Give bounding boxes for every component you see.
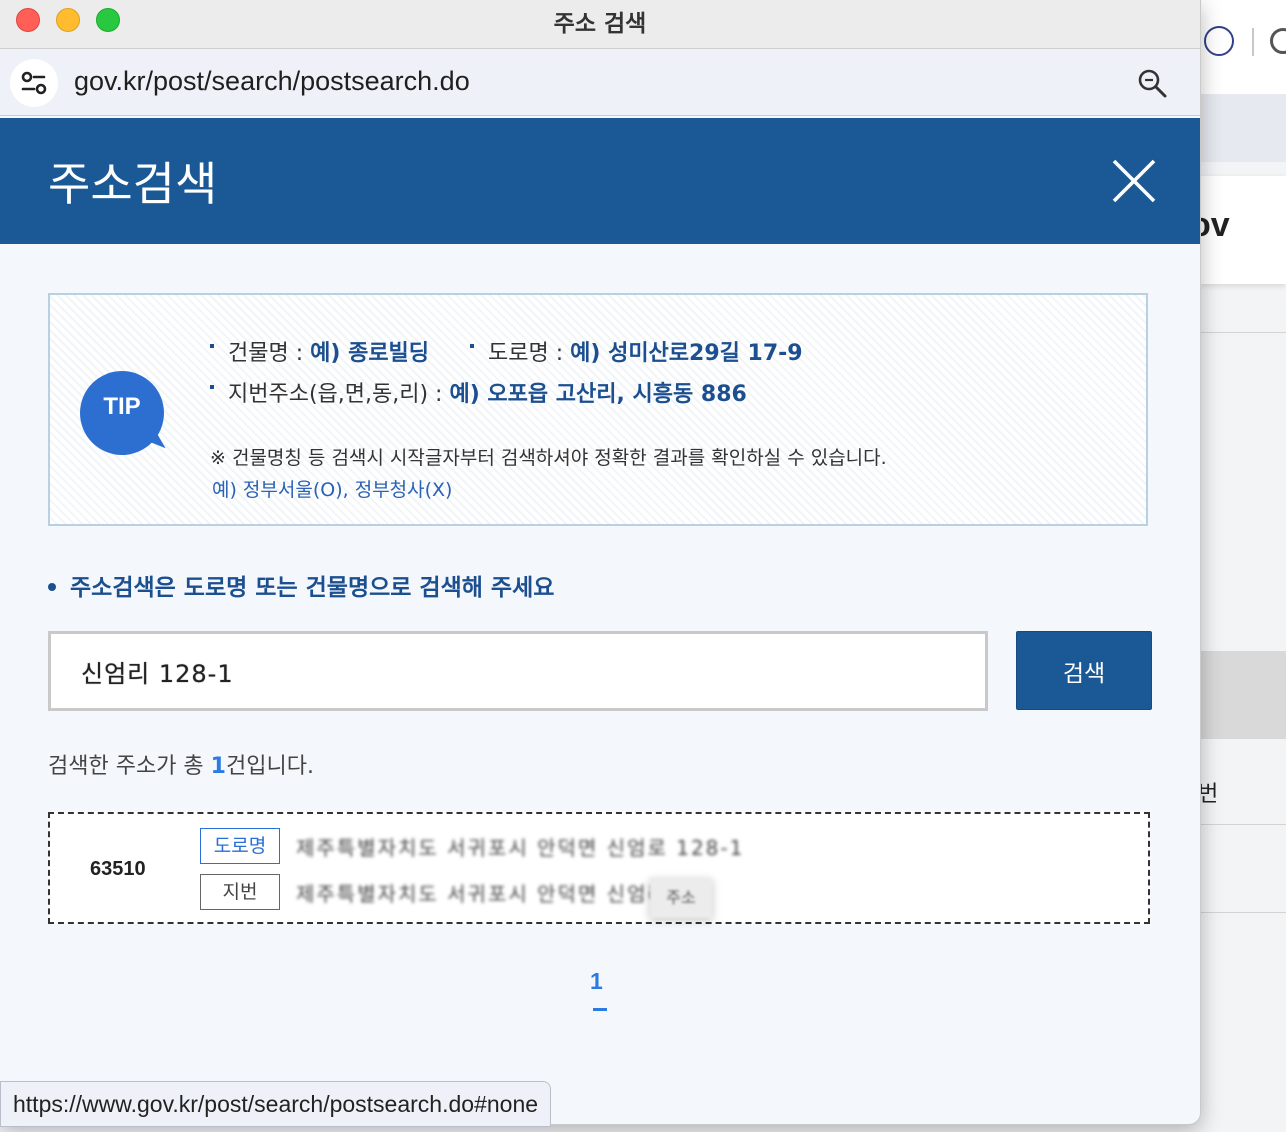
popup-header: 주소검색 xyxy=(0,118,1200,244)
tip-building-label: 건물명 : xyxy=(228,341,311,366)
status-bar-url: https://www.gov.kr/post/search/postsearc… xyxy=(0,1081,552,1127)
window-titlebar: 주소 검색 xyxy=(0,0,1200,49)
window-title: 주소 검색 xyxy=(553,11,647,37)
background-divider xyxy=(1200,824,1286,825)
background-divider xyxy=(1200,332,1286,333)
background-band xyxy=(1200,94,1286,162)
tip-box: TIP 건물명 : 예) 종로빌딩 도로명 : 예) 성미산로29길 17-9 … xyxy=(48,293,1148,526)
result-count-number: 1 xyxy=(210,754,226,779)
pagination-active-underline xyxy=(593,1008,607,1011)
tip-building-example: 예) 종로빌딩 xyxy=(310,341,430,366)
background-divider xyxy=(1200,912,1286,913)
tip-road-label: 도로명 : xyxy=(488,341,571,366)
result-count: 검색한 주소가 총 1건입니다. xyxy=(48,748,314,780)
page-title: 주소검색 xyxy=(48,157,218,211)
background-panel xyxy=(1200,651,1286,739)
tip-badge-label: TIP xyxy=(103,393,141,420)
result-count-suffix: 건입니다. xyxy=(225,754,314,779)
background-label: 번 xyxy=(1198,782,1219,807)
search-button[interactable]: 검색 xyxy=(1016,631,1152,710)
bullet-icon xyxy=(210,385,214,389)
url-text[interactable]: gov.kr/post/search/postsearch.do xyxy=(74,66,470,97)
tip-note: ※ 건물명칭 등 검색시 시작글자부터 검색하셔야 정확한 결과를 확인하실 수… xyxy=(210,447,887,469)
tip-jibun-label: 지번주소(읍,면,동,리) : xyxy=(228,382,450,407)
pagination-page-1[interactable]: 1 xyxy=(590,968,603,995)
bullet-icon xyxy=(470,344,474,348)
search-guide-text: 주소검색은 도로명 또는 건물명으로 검색해 주세요 xyxy=(70,575,555,601)
bullet-icon xyxy=(48,582,56,591)
tip-jibun-line: 지번주소(읍,면,동,리) : 예) 오포읍 고산리, 시흥동 886 xyxy=(210,376,747,408)
tip-note-example: 예) 정부서울(O), 정부청사(X) xyxy=(212,479,453,501)
address-search-popup: 주소 검색 gov.kr/post/search/postsearch.do 주… xyxy=(0,0,1201,1125)
jibun-address-tag: 지번 xyxy=(200,874,280,910)
site-settings-button[interactable] xyxy=(10,59,58,107)
result-list: 63510 도로명 제주특별자치도 서귀포시 안덕면 신엄로 128-1 지번 … xyxy=(48,812,1150,924)
tip-building-line: 건물명 : 예) 종로빌딩 xyxy=(210,335,429,367)
result-count-prefix: 검색한 주소가 총 xyxy=(48,754,211,779)
zoom-icon[interactable] xyxy=(1136,67,1168,99)
tip-jibun-example: 예) 오포읍 고산리, 시흥동 886 xyxy=(449,382,747,407)
hover-tooltip: 주소 xyxy=(650,878,712,918)
globe-icon[interactable] xyxy=(1204,26,1234,56)
tip-road-example: 예) 성미산로29길 17-9 xyxy=(570,341,803,366)
bullet-icon xyxy=(210,344,214,348)
toolbar-separator xyxy=(1252,28,1254,56)
search-input[interactable] xyxy=(48,631,988,711)
address-bar[interactable]: gov.kr/post/search/postsearch.do xyxy=(0,49,1200,116)
search-guide: 주소검색은 도로명 또는 건물명으로 검색해 주세요 xyxy=(48,568,554,602)
jibun-address-link[interactable]: 제주특별자치도 서귀포시 안덕면 신엄리 xyxy=(296,878,668,907)
close-icon[interactable] xyxy=(1108,155,1160,207)
site-settings-icon xyxy=(21,71,47,95)
zipcode: 63510 xyxy=(90,858,146,880)
tip-road-line: 도로명 : 예) 성미산로29길 17-9 xyxy=(470,335,803,367)
road-address-tag: 도로명 xyxy=(200,828,280,864)
road-address-link[interactable]: 제주특별자치도 서귀포시 안덕면 신엄로 128-1 xyxy=(296,832,744,861)
